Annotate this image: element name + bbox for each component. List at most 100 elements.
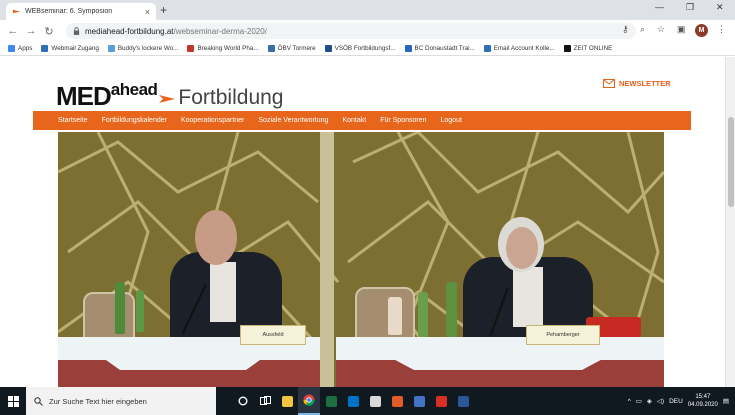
task-view-icon[interactable] [254, 387, 276, 415]
bookmark-favicon-icon [404, 45, 412, 52]
chair [83, 292, 135, 342]
browser-toolbar: ← → ↻ mediahead-fortbildung.at/websemina… [0, 20, 735, 42]
bookmark-item[interactable]: Buddy's lockere Wo... [107, 45, 179, 52]
livestream-video[interactable]: Aussfeld Pehamberger [58, 132, 664, 387]
website: MED ahead Fortbildung NEWSLETTER Startse… [33, 57, 691, 387]
bookmark-item[interactable]: Webmail Zugang [41, 45, 99, 52]
logo-arrow-icon [159, 95, 176, 103]
pump-bottle [388, 297, 402, 335]
chair [355, 287, 415, 342]
tab-close-icon[interactable]: × [145, 7, 150, 17]
bookmark-label: Apps [18, 45, 33, 52]
app-icon[interactable] [408, 387, 430, 415]
speaker-right-face [506, 227, 538, 269]
extensions-icon[interactable]: ▣ [677, 24, 686, 35]
app-icon[interactable] [364, 387, 386, 415]
nameplate-right: Pehamberger [526, 325, 600, 345]
water-bottle [136, 290, 144, 332]
excel-icon[interactable] [320, 387, 342, 415]
bookmark-item[interactable]: Email Account Kolle... [483, 45, 555, 52]
nav-item[interactable]: Soziale Verantwortung [258, 117, 328, 124]
logo-fortbildung: Fortbildung [178, 86, 284, 109]
search-placeholder: Zur Suche Text hier eingeben [49, 396, 147, 406]
site-favicon-icon [12, 9, 21, 14]
nav-item[interactable]: Kooperationspartner [181, 117, 244, 124]
bookmark-item[interactable]: Breaking World Pha... [187, 45, 259, 52]
key-icon[interactable]: ⚷ [622, 24, 629, 35]
bookmark-favicon-icon [8, 45, 15, 52]
pdf-icon[interactable] [430, 387, 452, 415]
profile-avatar[interactable]: M [695, 24, 708, 37]
bookmark-star-icon[interactable]: ☆ [657, 24, 665, 35]
envelope-icon [603, 79, 615, 88]
app-icon[interactable] [386, 387, 408, 415]
bookmark-favicon-icon [41, 45, 49, 52]
bookmark-label: BC Donaustadt Trai... [414, 45, 475, 52]
nav-item[interactable]: Fortbildungskalender [102, 117, 167, 124]
start-button[interactable] [0, 387, 26, 415]
network-icon[interactable]: ◈ [647, 397, 652, 405]
speaker-left-head [195, 210, 237, 265]
bookmark-favicon-icon [483, 45, 491, 52]
url-text: mediahead-fortbildung.at/webseminar-derm… [85, 27, 267, 36]
bookmark-label: Email Account Kolle... [493, 45, 555, 52]
water-bottle [115, 282, 125, 334]
bookmark-item[interactable]: Apps [8, 45, 32, 52]
bookmark-favicon-icon [563, 45, 571, 52]
tab-title: WEBseminar: 6. Symposion [25, 8, 113, 15]
search-icon [34, 396, 43, 406]
browser-tab[interactable]: WEBseminar: 6. Symposion × [6, 3, 156, 20]
maximize-icon[interactable]: ❐ [686, 2, 694, 13]
file-explorer-icon[interactable] [276, 387, 298, 415]
clock[interactable]: 15:47 04.09.2020 [688, 393, 718, 409]
site-logo[interactable]: MED ahead Fortbildung [56, 77, 283, 109]
bookmark-favicon-icon [107, 45, 115, 52]
nav-item[interactable]: Kontakt [342, 117, 366, 124]
word-icon[interactable] [452, 387, 474, 415]
nameplate-left: Aussfeld [240, 325, 306, 345]
notifications-icon[interactable]: ▤ [723, 397, 729, 405]
outlook-icon[interactable] [342, 387, 364, 415]
close-window-icon[interactable]: ✕ [716, 2, 724, 13]
bookmark-label: Buddy's lockere Wo... [117, 45, 179, 52]
taskbar-search[interactable]: Zur Suche Text hier eingeben [26, 387, 216, 415]
bookmark-item[interactable]: ÖBV Tormere [267, 45, 316, 52]
forward-icon[interactable]: → [22, 25, 40, 37]
bookmark-label: VSÖB Fortbildungsf... [334, 45, 396, 52]
windows-logo-icon [7, 395, 19, 407]
bookmark-favicon-icon [187, 45, 195, 52]
water-bottle [446, 282, 457, 337]
chrome-icon[interactable] [298, 387, 320, 415]
windows-taskbar: Zur Suche Text hier eingeben ^ ▭ ◈ ◁) DE… [0, 387, 735, 415]
bookmark-item[interactable]: VSÖB Fortbildungsf... [324, 45, 396, 52]
battery-icon[interactable]: ▭ [636, 397, 642, 405]
cortana-icon[interactable] [232, 387, 254, 415]
bookmark-label: Webmail Zugang [51, 45, 99, 52]
browser-tabstrip: WEBseminar: 6. Symposion × + — ❐ ✕ [0, 0, 735, 20]
minimize-icon[interactable]: — [655, 2, 664, 12]
lock-icon [73, 27, 80, 35]
bookmark-item[interactable]: ZEIT ONLINE [563, 45, 612, 52]
new-tab-icon[interactable]: + [160, 3, 167, 17]
url-host: mediahead-fortbildung.at [85, 26, 174, 36]
zoom-icon[interactable]: ⌕ [640, 24, 645, 35]
newsletter-link[interactable]: NEWSLETTER [603, 79, 671, 88]
clock-date: 04.09.2020 [687, 402, 718, 408]
system-tray: ^ ▭ ◈ ◁) DEU 15:47 04.09.2020 ▤ [628, 387, 735, 415]
page-scrollbar[interactable] [725, 57, 735, 387]
language-indicator[interactable]: DEU [669, 398, 683, 405]
address-bar[interactable]: mediahead-fortbildung.at/webseminar-derm… [66, 23, 636, 39]
reload-icon[interactable]: ↻ [40, 25, 58, 38]
bookmark-favicon-icon [324, 45, 332, 52]
nav-item[interactable]: Für Sponsoren [380, 117, 426, 124]
volume-icon[interactable]: ◁) [657, 397, 664, 405]
back-icon[interactable]: ← [4, 25, 22, 37]
nav-item[interactable]: Startseite [58, 117, 88, 124]
nav-item[interactable]: Logout [441, 117, 462, 124]
bookmark-favicon-icon [267, 45, 275, 52]
page-viewport: MED ahead Fortbildung NEWSLETTER Startse… [0, 57, 735, 387]
menu-icon[interactable]: ⋮ [717, 24, 726, 35]
scrollbar-thumb[interactable] [728, 117, 734, 207]
tray-chevron-icon[interactable]: ^ [628, 398, 631, 405]
bookmark-item[interactable]: BC Donaustadt Trai... [404, 45, 475, 52]
